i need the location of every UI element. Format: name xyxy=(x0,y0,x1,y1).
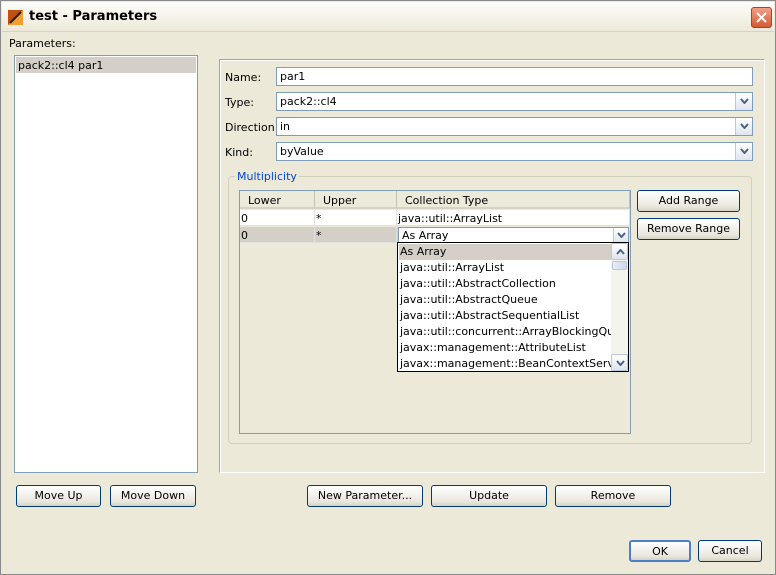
dropdown-option[interactable]: As Array xyxy=(399,244,612,260)
parameters-label: Parameters: xyxy=(9,37,76,50)
ok-button[interactable]: OK xyxy=(629,540,691,562)
type-combo-arrow[interactable] xyxy=(735,93,752,110)
parameters-dialog: test - Parameters Parameters: pack2::cl4… xyxy=(0,0,776,575)
column-header-lower[interactable]: Lower xyxy=(240,191,315,209)
remove-range-button[interactable]: Remove Range xyxy=(637,218,740,240)
name-label: Name: xyxy=(225,71,262,84)
remove-button[interactable]: Remove xyxy=(555,485,671,507)
scroll-up-button[interactable] xyxy=(611,243,628,260)
kind-combo-arrow[interactable] xyxy=(735,143,752,160)
dropdown-option[interactable]: javax::management::AttributeList xyxy=(399,340,612,356)
kind-combo[interactable]: byValue xyxy=(276,142,753,161)
close-button[interactable] xyxy=(751,7,772,28)
move-up-button[interactable]: Move Up xyxy=(16,485,101,507)
kind-label: Kind: xyxy=(225,146,253,159)
list-item[interactable]: pack2::cl4 par1 xyxy=(16,57,196,73)
dropdown-option[interactable]: javax::management::BeanContextServicesS xyxy=(399,356,612,372)
collection-type-editor-arrow[interactable] xyxy=(613,228,628,243)
cell-lower[interactable]: 0 xyxy=(240,227,315,243)
dropdown-option[interactable]: java::util::concurrent::ArrayBlockingQue… xyxy=(399,324,612,340)
direction-combo[interactable]: in xyxy=(276,117,753,136)
move-down-button[interactable]: Move Down xyxy=(110,485,196,507)
chevron-down-icon xyxy=(616,360,625,366)
multiplicity-title: Multiplicity xyxy=(235,170,299,183)
cell-lower[interactable]: 0 xyxy=(240,210,315,226)
cell-upper[interactable]: * xyxy=(315,210,397,226)
update-button[interactable]: Update xyxy=(431,485,547,507)
chevron-down-icon xyxy=(740,98,749,104)
direction-combo-value: in xyxy=(280,120,291,133)
cancel-button[interactable]: Cancel xyxy=(698,540,762,562)
close-icon xyxy=(756,12,767,23)
parameters-list[interactable]: pack2::cl4 par1 xyxy=(14,55,198,473)
cell-collection-type[interactable]: java::util::ArrayList xyxy=(397,210,630,226)
collection-type-editor-value: As Array xyxy=(402,229,449,242)
add-range-button[interactable]: Add Range xyxy=(637,190,740,212)
direction-label: Direction: xyxy=(225,121,279,134)
dropdown-option[interactable]: java::util::AbstractSequentialList xyxy=(399,308,612,324)
scroll-down-button[interactable] xyxy=(611,354,628,371)
chevron-down-icon xyxy=(617,232,626,238)
dropdown-option[interactable]: java::util::ArrayList xyxy=(399,260,612,276)
type-combo-value: pack2::cl4 xyxy=(280,95,337,108)
cell-upper[interactable]: * xyxy=(315,227,397,243)
dropdown-option[interactable]: java::util::AbstractCollection xyxy=(399,276,612,292)
scroll-thumb[interactable] xyxy=(612,261,627,270)
dropdown-scrollbar[interactable] xyxy=(611,243,628,371)
column-header-upper[interactable]: Upper xyxy=(315,191,397,209)
direction-combo-arrow[interactable] xyxy=(735,118,752,135)
type-combo[interactable]: pack2::cl4 xyxy=(276,92,753,111)
window-title: test - Parameters xyxy=(29,9,158,24)
column-header-collection-type[interactable]: Collection Type xyxy=(397,191,630,209)
app-icon xyxy=(8,10,23,25)
title-bar[interactable]: test - Parameters xyxy=(2,2,774,32)
dropdown-option[interactable]: java::util::AbstractQueue xyxy=(399,292,612,308)
chevron-up-icon xyxy=(616,249,625,255)
name-field[interactable]: par1 xyxy=(276,67,753,86)
collection-type-dropdown[interactable]: As Array java::util::ArrayList java::uti… xyxy=(397,242,629,372)
new-parameter-button[interactable]: New Parameter... xyxy=(307,485,423,507)
kind-combo-value: byValue xyxy=(280,145,324,158)
chevron-down-icon xyxy=(740,148,749,154)
type-label: Type: xyxy=(225,96,254,109)
chevron-down-icon xyxy=(740,123,749,129)
